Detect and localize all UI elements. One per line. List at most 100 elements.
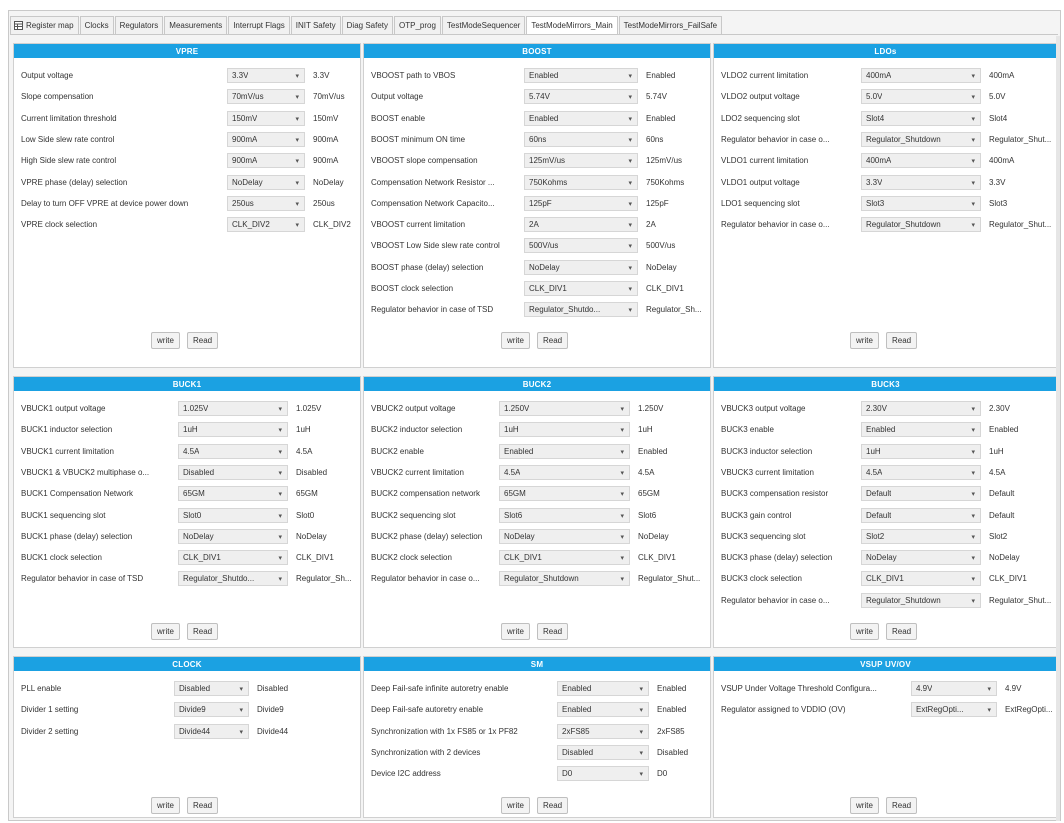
- setting-select[interactable]: CLK_DIV1 ▾: [861, 571, 981, 586]
- tab-measurements[interactable]: Measurements: [164, 16, 228, 34]
- tab-register-map[interactable]: Register map: [10, 16, 79, 34]
- write-button[interactable]: write: [501, 623, 530, 640]
- read-button[interactable]: Read: [886, 332, 918, 349]
- setting-select[interactable]: 900mA ▾: [227, 153, 305, 168]
- read-button[interactable]: Read: [187, 623, 219, 640]
- setting-select[interactable]: 65GM ▾: [499, 486, 630, 501]
- setting-select[interactable]: Enabled ▾: [499, 444, 630, 459]
- setting-select[interactable]: 5.74V ▾: [524, 89, 638, 104]
- setting-select[interactable]: 125pF ▾: [524, 196, 638, 211]
- setting-select[interactable]: Divide9 ▾: [174, 702, 249, 717]
- setting-select[interactable]: Default ▾: [861, 508, 981, 523]
- setting-select[interactable]: Disabled ▾: [557, 745, 649, 760]
- setting-select[interactable]: CLK_DIV1 ▾: [499, 550, 630, 565]
- setting-select[interactable]: NoDelay ▾: [178, 529, 288, 544]
- setting-select[interactable]: Slot2 ▾: [861, 529, 981, 544]
- setting-select[interactable]: Regulator_Shutdown ▾: [861, 217, 981, 232]
- tab-interrupt-flags[interactable]: Interrupt Flags: [228, 16, 290, 34]
- read-button[interactable]: Read: [187, 332, 219, 349]
- write-button[interactable]: write: [501, 332, 530, 349]
- setting-select[interactable]: 3.3V ▾: [861, 175, 981, 190]
- setting-select[interactable]: Slot4 ▾: [861, 111, 981, 126]
- write-button[interactable]: write: [151, 623, 180, 640]
- panel-title: SM: [364, 657, 710, 671]
- write-button[interactable]: write: [151, 332, 180, 349]
- setting-select[interactable]: 1.025V ▾: [178, 401, 288, 416]
- read-button[interactable]: Read: [886, 623, 918, 640]
- setting-select[interactable]: 150mV ▾: [227, 111, 305, 126]
- setting-select[interactable]: 750Kohms ▾: [524, 175, 638, 190]
- readback-value: 2xFS85: [657, 727, 685, 736]
- scrollbar[interactable]: [1056, 36, 1060, 821]
- setting-select[interactable]: Regulator_Shutdown ▾: [861, 593, 981, 608]
- read-button[interactable]: Read: [537, 332, 569, 349]
- setting-select[interactable]: Regulator_Shutdo... ▾: [178, 571, 288, 586]
- setting-select[interactable]: 70mV/us ▾: [227, 89, 305, 104]
- setting-select[interactable]: CLK_DIV1 ▾: [178, 550, 288, 565]
- tab-clocks[interactable]: Clocks: [79, 16, 114, 34]
- write-button[interactable]: write: [850, 623, 879, 640]
- setting-select[interactable]: 250us ▾: [227, 196, 305, 211]
- read-button[interactable]: Read: [537, 797, 569, 814]
- tab-testmodemirrors-failsafe[interactable]: TestModeMirrors_FailSafe: [618, 16, 723, 34]
- setting-select[interactable]: 1uH ▾: [499, 422, 630, 437]
- tab-diag-safety[interactable]: Diag Safety: [341, 16, 394, 34]
- setting-select[interactable]: 400mA ▾: [861, 68, 981, 83]
- chevron-down-icon: ▾: [971, 222, 975, 229]
- write-button[interactable]: write: [151, 797, 180, 814]
- setting-select[interactable]: 60ns ▾: [524, 132, 638, 147]
- setting-select[interactable]: 400mA ▾: [861, 153, 981, 168]
- setting-select[interactable]: NoDelay ▾: [227, 175, 305, 190]
- setting-select[interactable]: Disabled ▾: [174, 681, 249, 696]
- setting-select[interactable]: Divide44 ▾: [174, 724, 249, 739]
- setting-select[interactable]: Regulator_Shutdo... ▾: [524, 302, 638, 317]
- setting-select[interactable]: Regulator_Shutdown ▾: [499, 571, 630, 586]
- read-button[interactable]: Read: [537, 623, 569, 640]
- setting-select[interactable]: 65GM ▾: [178, 486, 288, 501]
- read-button[interactable]: Read: [886, 797, 918, 814]
- setting-select[interactable]: 500V/us ▾: [524, 238, 638, 253]
- tab-testmodemirrors-main[interactable]: TestModeMirrors_Main: [526, 16, 618, 34]
- setting-select[interactable]: Regulator_Shutdown ▾: [861, 132, 981, 147]
- tab-otp-prog[interactable]: OTP_prog: [394, 16, 441, 34]
- setting-select[interactable]: Enabled ▾: [557, 681, 649, 696]
- tab-init-safety[interactable]: INIT Safety: [290, 16, 341, 34]
- setting-select[interactable]: 1.250V ▾: [499, 401, 630, 416]
- write-button[interactable]: write: [850, 332, 879, 349]
- setting-select[interactable]: 1uH ▾: [861, 444, 981, 459]
- read-button[interactable]: Read: [187, 797, 219, 814]
- setting-select[interactable]: Enabled ▾: [524, 111, 638, 126]
- setting-select[interactable]: ExtRegOpti... ▾: [911, 702, 997, 717]
- setting-select[interactable]: Slot3 ▾: [861, 196, 981, 211]
- setting-select[interactable]: 5.0V ▾: [861, 89, 981, 104]
- setting-select[interactable]: D0 ▾: [557, 766, 649, 781]
- setting-select[interactable]: 4.5A ▾: [861, 465, 981, 480]
- setting-select[interactable]: CLK_DIV1 ▾: [524, 281, 638, 296]
- setting-select[interactable]: 2A ▾: [524, 217, 638, 232]
- setting-select[interactable]: 2xFS85 ▾: [557, 724, 649, 739]
- setting-select[interactable]: CLK_DIV2 ▾: [227, 217, 305, 232]
- setting-select[interactable]: NoDelay ▾: [499, 529, 630, 544]
- setting-select[interactable]: 125mV/us ▾: [524, 153, 638, 168]
- setting-select[interactable]: 2.30V ▾: [861, 401, 981, 416]
- setting-select[interactable]: Disabled ▾: [178, 465, 288, 480]
- setting-select[interactable]: Enabled ▾: [557, 702, 649, 717]
- setting-select[interactable]: NoDelay ▾: [524, 260, 638, 275]
- setting-select[interactable]: Enabled ▾: [524, 68, 638, 83]
- setting-select[interactable]: 900mA ▾: [227, 132, 305, 147]
- select-value: Disabled: [179, 684, 211, 693]
- setting-select[interactable]: Slot6 ▾: [499, 508, 630, 523]
- write-button[interactable]: write: [501, 797, 530, 814]
- setting-select[interactable]: 4.9V ▾: [911, 681, 997, 696]
- setting-select[interactable]: 3.3V ▾: [227, 68, 305, 83]
- setting-select[interactable]: 4.5A ▾: [499, 465, 630, 480]
- setting-select[interactable]: Enabled ▾: [861, 422, 981, 437]
- tab-testmodesequencer[interactable]: TestModeSequencer: [441, 16, 526, 34]
- setting-select[interactable]: 4.5A ▾: [178, 444, 288, 459]
- setting-select[interactable]: Slot0 ▾: [178, 508, 288, 523]
- setting-select[interactable]: Default ▾: [861, 486, 981, 501]
- setting-select[interactable]: 1uH ▾: [178, 422, 288, 437]
- setting-select[interactable]: NoDelay ▾: [861, 550, 981, 565]
- tab-regulators[interactable]: Regulators: [114, 16, 164, 34]
- write-button[interactable]: write: [850, 797, 879, 814]
